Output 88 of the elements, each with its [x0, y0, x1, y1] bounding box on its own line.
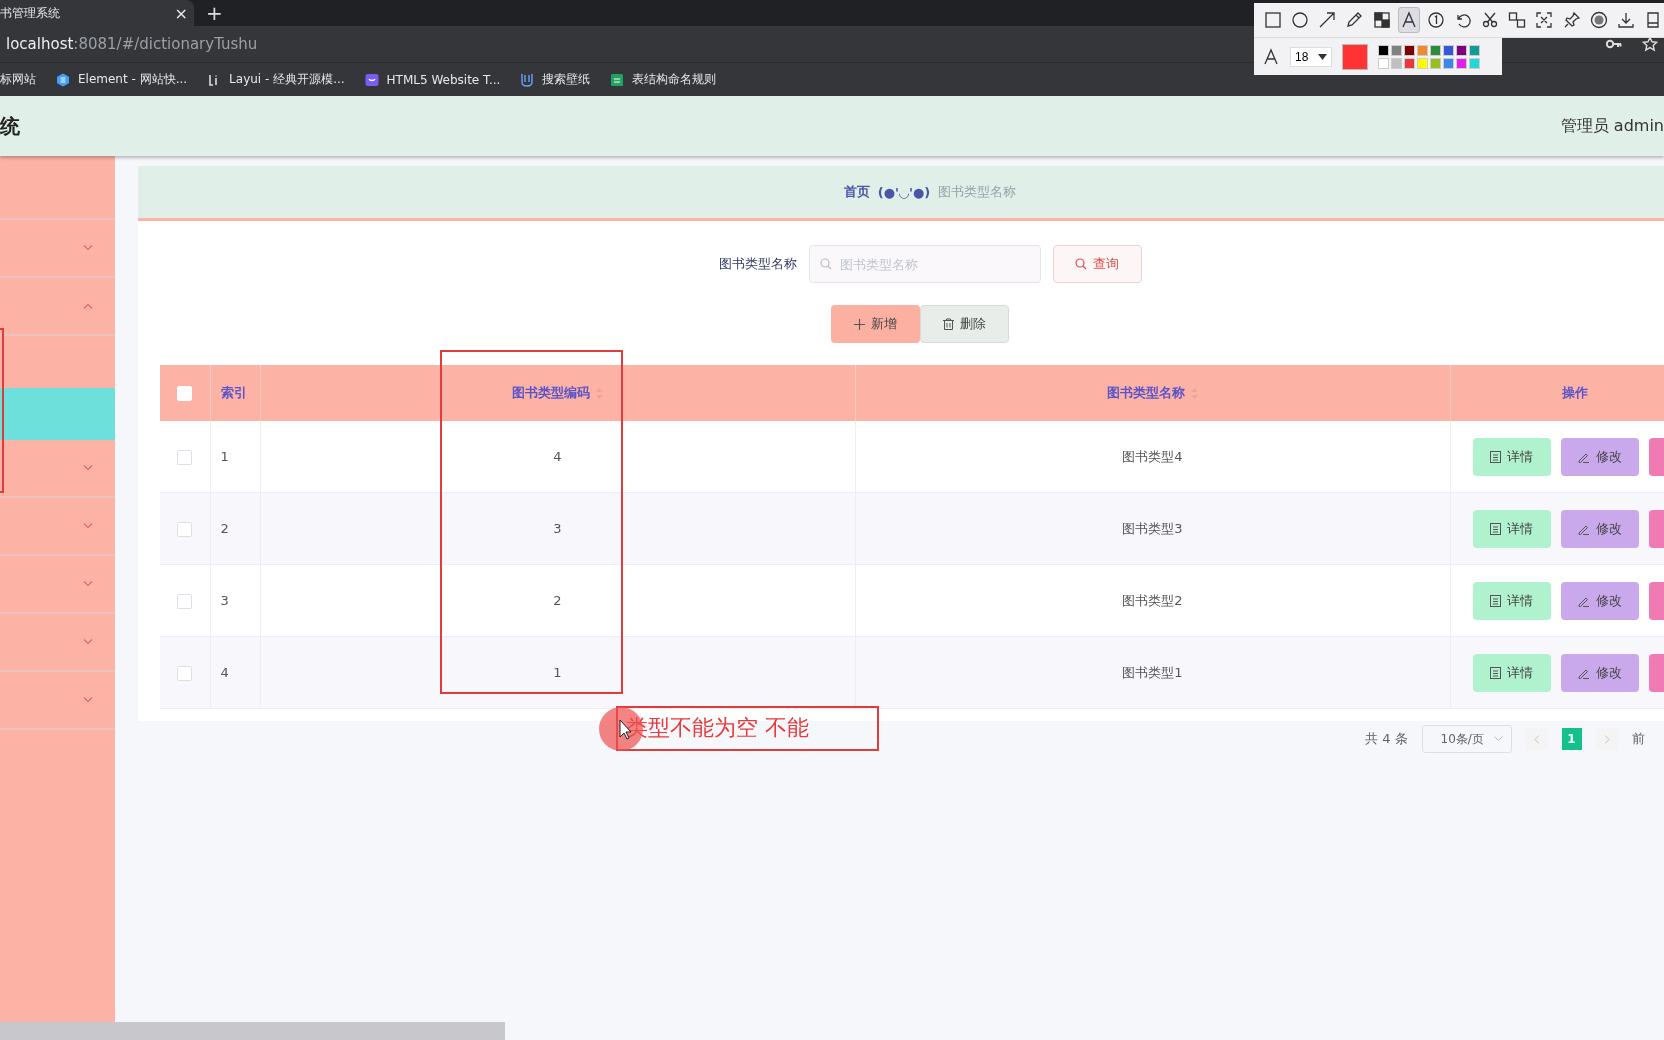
user-label[interactable]: 管理员 admin [1560, 115, 1664, 137]
breadcrumb-link[interactable]: 首页 [843, 183, 870, 201]
tab-title: 书管理系统 [0, 4, 60, 22]
page-size-select[interactable]: 10条/页 [1421, 725, 1512, 753]
color-swatch[interactable] [1417, 44, 1428, 56]
bookmark[interactable]: 标网站 [0, 71, 36, 88]
breadcrumb-current: 图书类型名称 [938, 183, 1017, 201]
color-swatch[interactable] [1404, 57, 1415, 69]
add-button[interactable]: 新增 [831, 305, 920, 343]
select-all-checkbox[interactable] [177, 386, 193, 401]
table-cell: 1 [553, 665, 562, 680]
color-swatch[interactable] [1391, 57, 1402, 69]
new-tab-button[interactable]: + [206, 3, 223, 23]
bookmark[interactable]: HTML5 Website T... [364, 72, 501, 87]
breadcrumb-separator: (●'◡'●) [877, 184, 931, 200]
delete-button[interactable]: 删除 [920, 305, 1009, 343]
table-cell: 2 [220, 521, 229, 536]
bookmark[interactable]: 搜索壁纸 [520, 71, 591, 88]
document-icon [1490, 594, 1501, 607]
star-icon[interactable] [1642, 36, 1658, 52]
details-button[interactable]: 详情 [1472, 653, 1551, 692]
table-cell: 图书类型3 [1122, 520, 1183, 536]
color-swatch[interactable] [1430, 44, 1441, 56]
color-swatch[interactable] [1469, 57, 1480, 69]
current-color-swatch[interactable] [1342, 43, 1368, 70]
chevron-right-icon [1603, 734, 1610, 744]
color-swatch[interactable] [1378, 57, 1389, 69]
app-title: 统 [0, 112, 20, 140]
table-cell: 4 [220, 665, 229, 680]
table-cell: 3 [553, 521, 562, 536]
edit-button[interactable]: 修改 [1560, 437, 1639, 476]
key-icon[interactable] [1606, 39, 1622, 49]
details-button[interactable]: 详情 [1472, 509, 1551, 548]
trash-icon [943, 318, 954, 330]
caret-icon [1318, 53, 1327, 60]
color-swatch[interactable] [1378, 44, 1389, 56]
close-icon[interactable]: × [174, 3, 188, 23]
color-swatch[interactable] [1430, 57, 1441, 69]
details-button[interactable]: 详情 [1472, 437, 1551, 476]
bookmark[interactable]: 表结构命名规则 [610, 71, 717, 88]
details-button[interactable]: 详情 [1472, 581, 1551, 620]
row-checkbox[interactable] [177, 449, 193, 465]
bookmark[interactable]: Layui - 经典开源模... [207, 71, 345, 88]
next-page-button[interactable] [1595, 728, 1618, 750]
scrollbar-thumb[interactable] [0, 1022, 505, 1040]
search-icon [819, 258, 832, 270]
table-cell: 图书类型1 [1122, 664, 1183, 680]
spreadsheet-icon [610, 72, 625, 87]
chevron-left-icon [1533, 734, 1540, 744]
caret-icon [1493, 736, 1503, 742]
table-cell: 图书类型4 [1122, 448, 1183, 464]
plus-icon [854, 318, 865, 330]
table-cell: 1 [220, 449, 229, 464]
document-icon [1490, 522, 1501, 535]
smile-icon [364, 72, 379, 87]
edit-button[interactable]: 修改 [1560, 581, 1639, 620]
search-button[interactable]: 查询 [1052, 245, 1142, 283]
hexagon-icon [56, 72, 70, 87]
color-swatch[interactable] [1391, 44, 1402, 56]
prev-page-button[interactable] [1525, 728, 1548, 750]
row-checkbox[interactable] [177, 521, 193, 537]
table-cell: 3 [220, 593, 229, 608]
color-swatch[interactable] [1456, 44, 1467, 56]
goto-label: 前 [1631, 730, 1645, 748]
color-swatch[interactable] [1417, 57, 1428, 69]
color-swatch[interactable] [1456, 57, 1467, 69]
table-cell: 4 [553, 449, 562, 464]
browser-tab[interactable]: 书管理系统 × [0, 0, 194, 26]
document-icon [1490, 450, 1501, 463]
table-cell: 图书类型2 [1122, 592, 1183, 608]
font-size-select[interactable]: 18 [1290, 46, 1332, 67]
edit-button[interactable]: 修改 [1560, 509, 1639, 548]
cup-icon [520, 72, 535, 87]
font-icon [1262, 47, 1280, 66]
bookmark[interactable]: Element - 网站快... [56, 71, 188, 88]
edit-button[interactable]: 修改 [1560, 653, 1639, 692]
row-checkbox[interactable] [177, 593, 193, 609]
total-count: 共 4 条 [1365, 730, 1408, 748]
document-icon [1490, 666, 1501, 679]
color-swatch[interactable] [1443, 57, 1454, 69]
color-swatch[interactable] [1404, 44, 1415, 56]
text-tool-icon[interactable] [1397, 7, 1420, 33]
color-swatch[interactable] [1443, 44, 1454, 56]
search-label: 图书类型名称 [718, 255, 797, 273]
table-cell: 2 [553, 593, 562, 608]
row-checkbox[interactable] [177, 665, 193, 681]
color-swatch[interactable] [1469, 44, 1480, 56]
search-icon [1075, 258, 1087, 270]
